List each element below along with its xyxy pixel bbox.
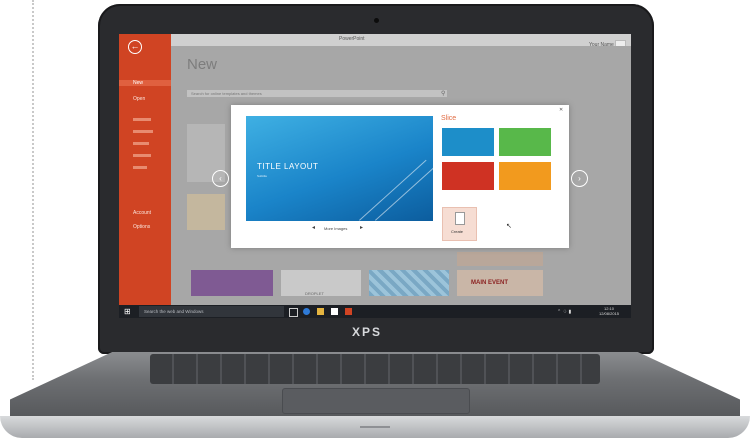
touchpad	[282, 388, 470, 414]
next-image-icon[interactable]: ▸	[360, 224, 363, 231]
sidebar-item-open[interactable]: Open	[133, 96, 145, 102]
webcam	[374, 18, 379, 23]
taskbar-search-placeholder: Search the web and Windows	[144, 309, 204, 314]
theme-name: Slice	[441, 115, 457, 122]
sidebar-item-options[interactable]: Options	[133, 224, 150, 230]
brand-logo: XPS	[352, 325, 383, 339]
store-icon[interactable]	[331, 308, 338, 315]
powerpoint-taskbar-icon[interactable]	[345, 308, 352, 315]
page-title: New	[187, 56, 218, 73]
mouse-cursor-icon: ↖	[506, 223, 512, 230]
theme-variant-blue[interactable]	[442, 128, 494, 156]
template-thumbnail[interactable]	[457, 252, 543, 266]
theme-variant-red[interactable]	[442, 162, 494, 190]
sidebar-item-faded[interactable]	[133, 142, 149, 145]
backstage-sidebar	[119, 34, 171, 306]
margin-rule	[32, 0, 34, 380]
edge-browser-icon[interactable]	[303, 308, 310, 315]
taskbar-clock[interactable]: 12:10 12/08/2015	[599, 306, 619, 316]
more-images-link[interactable]: More Images	[324, 226, 347, 231]
template-title: MAIN EVENT	[471, 280, 509, 286]
search-icon[interactable]: ⚲	[441, 90, 445, 97]
create-label: Create	[451, 229, 464, 234]
windows-start-icon[interactable]: ⊞	[124, 307, 131, 316]
preview-subtitle: Subtitle	[257, 174, 268, 178]
preview-title: TITLE LAYOUT	[257, 162, 319, 171]
keyboard	[150, 354, 600, 384]
sidebar-item-faded[interactable]	[133, 154, 151, 157]
theme-variant-green[interactable]	[499, 128, 551, 156]
title-bar	[119, 34, 631, 46]
prev-image-icon[interactable]: ◂	[312, 224, 315, 231]
document-icon	[455, 212, 465, 225]
template-label: DROPLET	[305, 291, 324, 296]
template-thumbnail[interactable]	[191, 270, 273, 296]
prev-template-icon[interactable]: ‹	[212, 170, 229, 187]
template-thumbnail[interactable]	[187, 194, 225, 230]
sidebar-item-new[interactable]: New	[119, 80, 171, 86]
sidebar-item-faded[interactable]	[133, 130, 153, 133]
task-view-icon[interactable]	[289, 308, 298, 317]
back-arrow-icon[interactable]: ←	[128, 40, 142, 54]
template-thumbnail[interactable]	[369, 270, 449, 296]
template-search-placeholder: Search for online templates and themes	[191, 91, 262, 96]
file-explorer-icon[interactable]	[317, 308, 324, 315]
sidebar-item-faded[interactable]	[133, 166, 147, 169]
next-template-icon[interactable]: ›	[571, 170, 588, 187]
sidebar-item-account[interactable]: Account	[133, 210, 151, 216]
system-tray[interactable]: ⌃ ♢ ▮	[557, 309, 571, 315]
app-title: PowerPoint	[339, 36, 365, 42]
laptop-screen: PowerPoint Your Name ← New Open Account …	[119, 34, 631, 318]
theme-variant-orange[interactable]	[499, 162, 551, 190]
sidebar-item-faded[interactable]	[133, 118, 151, 121]
clock-date: 12/08/2015	[599, 311, 620, 316]
front-badge	[360, 426, 390, 428]
close-icon[interactable]: ✕	[559, 107, 563, 113]
